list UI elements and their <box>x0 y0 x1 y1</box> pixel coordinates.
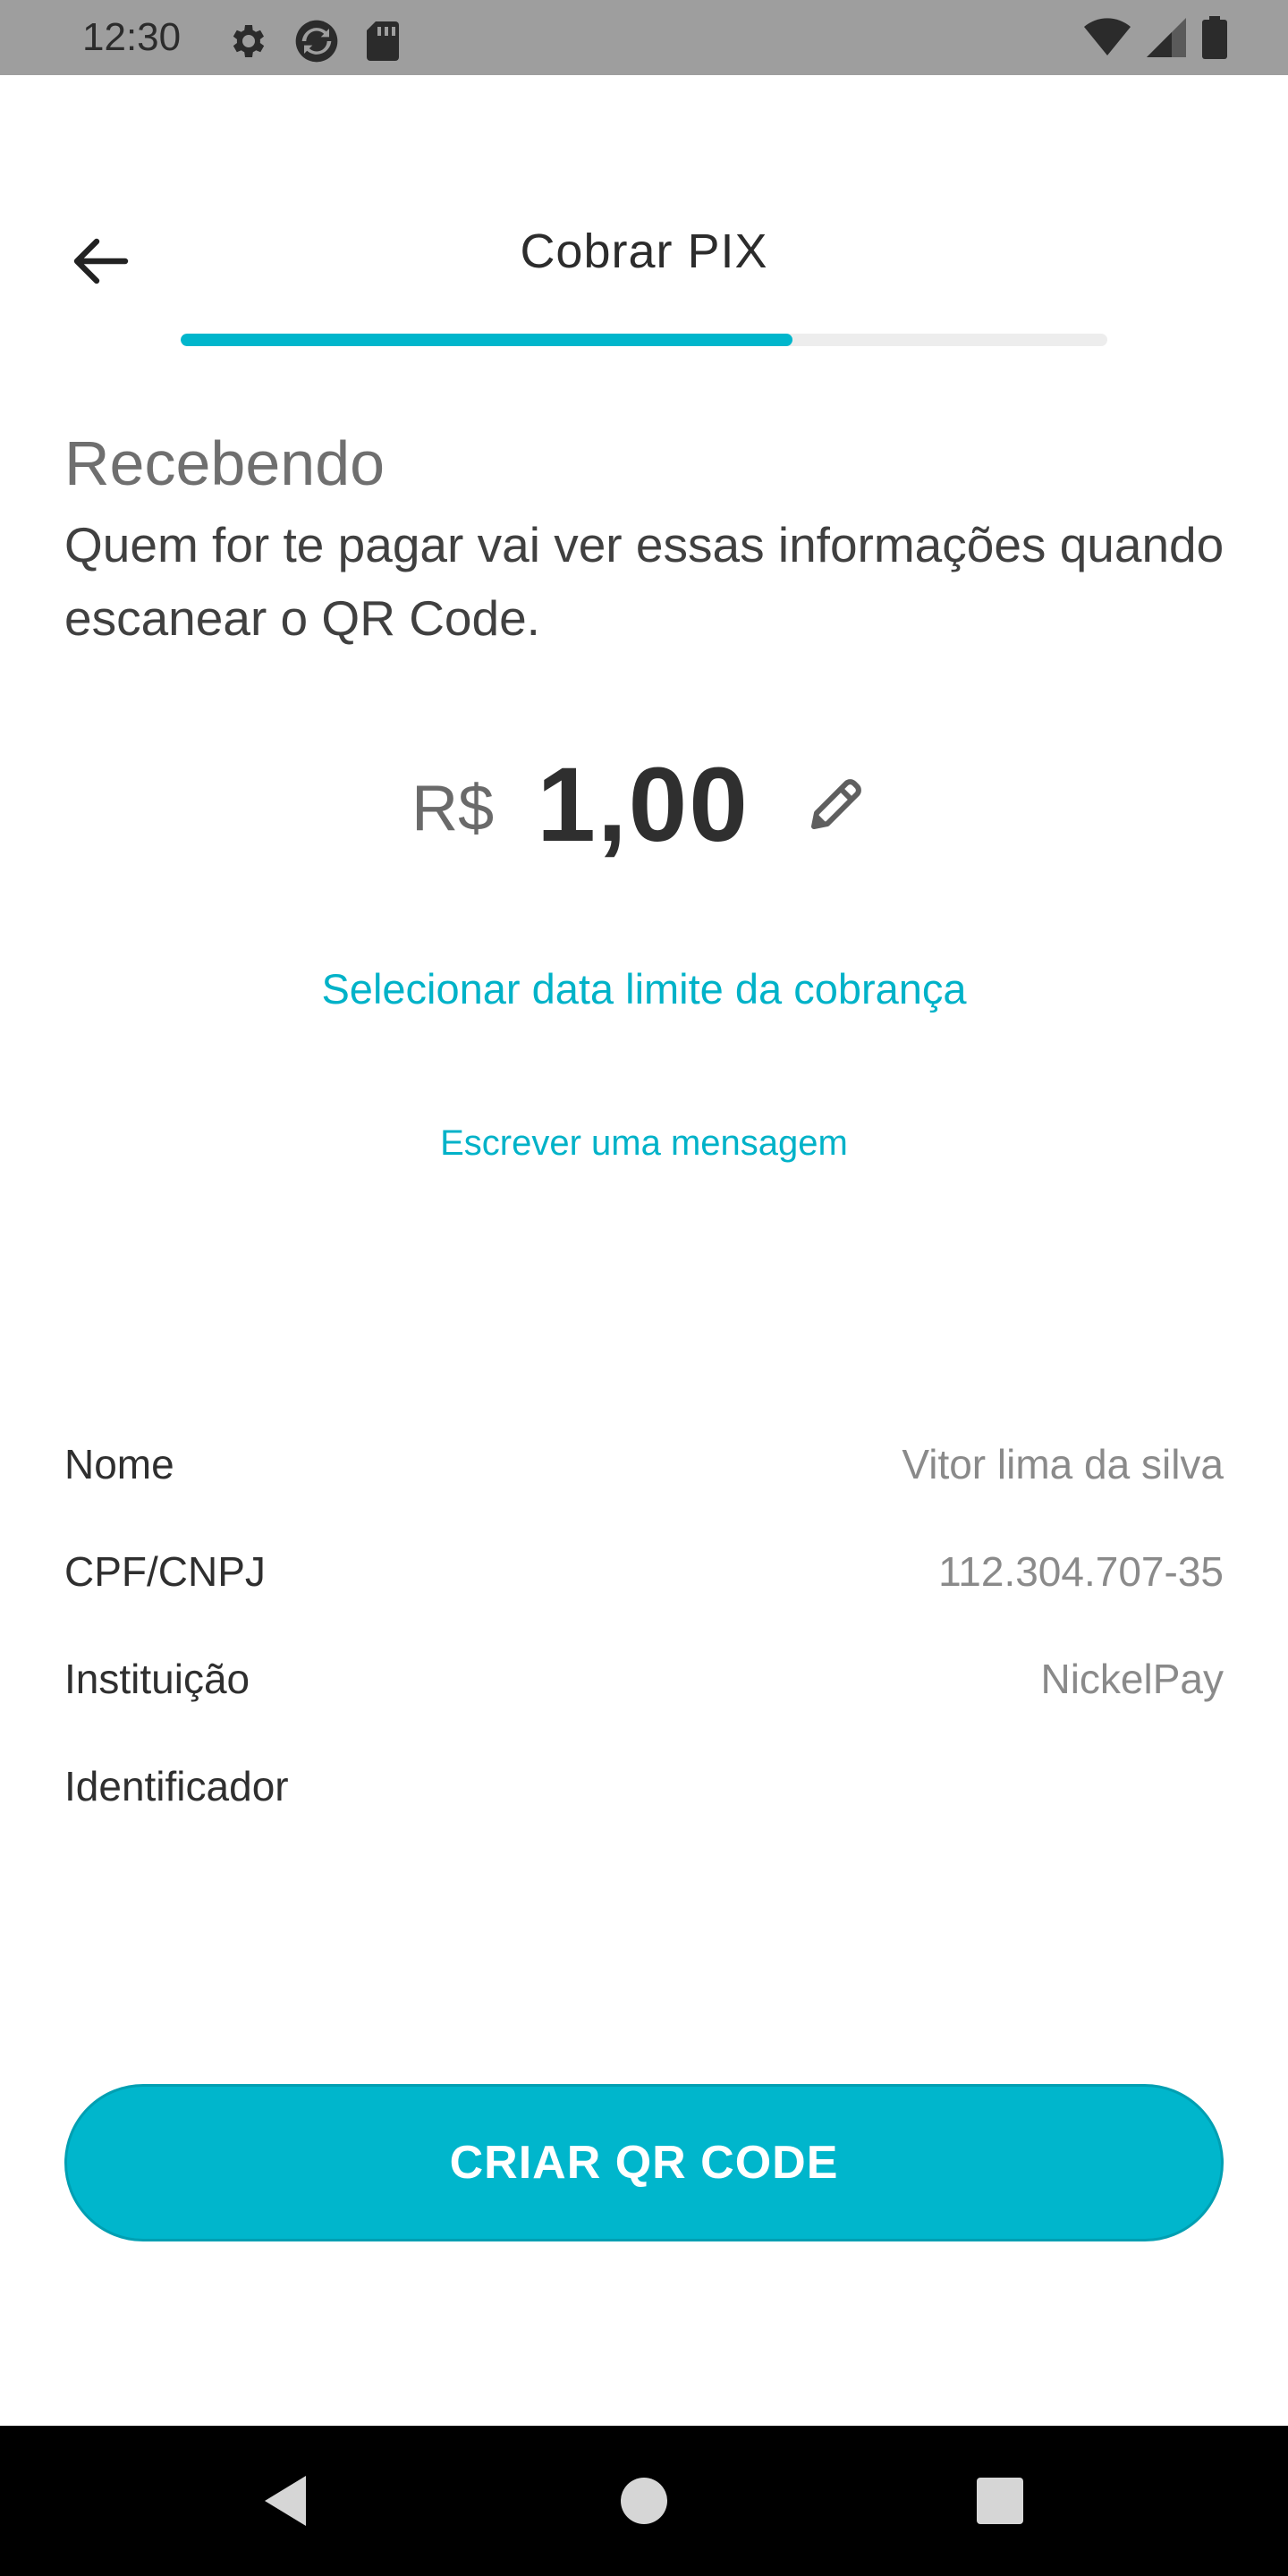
status-icons-right <box>1084 16 1227 59</box>
app-bar: Cobrar PIX <box>0 188 1288 313</box>
info-row-name: Nome Vitor lima da silva <box>64 1431 1224 1538</box>
currency-symbol: R$ <box>411 773 495 844</box>
amount-value: 1,00 <box>537 746 750 864</box>
signal-icon <box>1147 18 1186 57</box>
step-progress-fill <box>181 334 792 346</box>
nav-back-button[interactable] <box>242 2456 331 2546</box>
info-row-institution: Instituição NickelPay <box>64 1646 1224 1753</box>
section-title: Recebendo <box>64 428 386 498</box>
step-progress-bar <box>181 334 1107 346</box>
info-value: NickelPay <box>1040 1656 1224 1702</box>
info-value: Vitor lima da silva <box>902 1441 1224 1487</box>
status-bar: 12:30 <box>0 0 1288 75</box>
home-circle-icon <box>621 2478 667 2524</box>
sync-icon <box>295 20 338 63</box>
section-description: Quem for te pagar vai ver essas informaç… <box>64 517 1224 646</box>
info-row-cpf: CPF/CNPJ 112.304.707-35 <box>64 1538 1224 1646</box>
page-title: Cobrar PIX <box>520 225 768 278</box>
info-row-identifier: Identificador <box>64 1753 1224 1860</box>
info-value: 112.304.707-35 <box>938 1548 1224 1595</box>
amount-row: R$ 1,00 <box>0 742 1288 868</box>
payee-info: Nome Vitor lima da silva CPF/CNPJ 112.30… <box>64 1431 1224 1860</box>
gear-icon <box>233 25 265 57</box>
info-label: CPF/CNPJ <box>64 1548 266 1595</box>
info-label: Nome <box>64 1441 174 1487</box>
status-icons-left <box>225 16 401 66</box>
nav-home-button[interactable] <box>599 2456 689 2546</box>
create-qr-code-button[interactable]: CRIAR QR CODE <box>64 2084 1224 2241</box>
info-label: Instituição <box>64 1656 250 1702</box>
edit-amount-button[interactable] <box>794 764 877 846</box>
create-qr-code-label: CRIAR QR CODE <box>449 2137 839 2189</box>
info-label: Identificador <box>64 1763 289 1809</box>
sd-card-icon <box>367 21 399 61</box>
battery-icon <box>1202 16 1227 59</box>
wifi-icon <box>1084 18 1131 55</box>
back-triangle-icon <box>265 2476 306 2526</box>
nav-recents-button[interactable] <box>955 2456 1045 2546</box>
recents-square-icon <box>977 2478 1023 2524</box>
pencil-icon <box>810 779 861 829</box>
system-nav-bar <box>0 2426 1288 2576</box>
write-message-link[interactable]: Escrever uma mensagem <box>0 1123 1288 1164</box>
status-time: 12:30 <box>82 15 182 59</box>
select-due-date-link[interactable]: Selecionar data limite da cobrança <box>0 964 1288 1013</box>
